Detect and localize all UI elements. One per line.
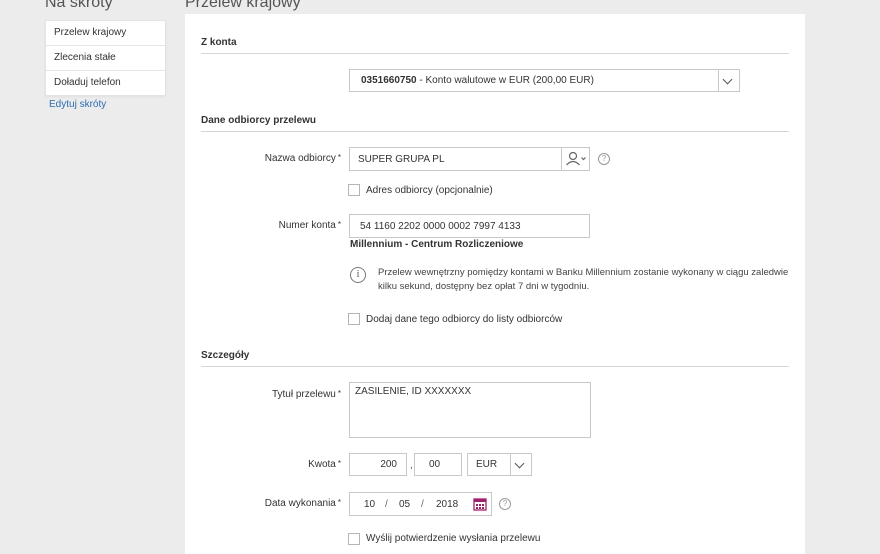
chevron-down-icon (722, 74, 733, 85)
chevron-down-icon (514, 458, 525, 469)
shortcuts-title: Na skróty (45, 0, 113, 11)
section-title-details: Szczegóły (201, 350, 250, 361)
section-title-from-account: Z konta (201, 37, 237, 48)
transfer-form: Z konta 0351660750 - Konto walutowe w EU… (185, 14, 805, 554)
divider (201, 131, 789, 132)
recipient-name-input[interactable]: SUPER GRUPA PL (349, 147, 562, 171)
section-title-recipient: Dane odbiorcy przelewu (201, 115, 317, 126)
account-number-label: Numer konta * (278, 220, 341, 231)
transfer-title-label: Tytuł przelewu * (271, 389, 341, 400)
recipient-address-label: Adres odbiorcy (opcjonalnie) (366, 185, 493, 196)
help-icon[interactable]: ? (499, 498, 511, 510)
help-icon[interactable]: ? (598, 153, 610, 165)
divider (201, 366, 789, 367)
transfer-title-textarea[interactable]: ZASILENIE, ID XXXXXXX (349, 382, 591, 438)
calendar-icon[interactable] (473, 497, 487, 511)
info-icon: i (350, 267, 366, 283)
contact-book-icon (566, 151, 586, 166)
date-separator: / (421, 499, 424, 510)
date-label: Data wykonania * (264, 498, 341, 509)
contact-book-button[interactable] (561, 147, 590, 171)
recipient-name-label: Nazwa odbiorcy * (264, 153, 341, 164)
info-message: Przelew wewnętrzny pomiędzy kontami w Ba… (378, 267, 789, 292)
amount-separator: , (410, 460, 413, 471)
dropdown-toggle[interactable] (510, 454, 531, 475)
date-separator: / (385, 499, 388, 510)
shortcut-standing-orders[interactable]: Zlecenia stałe (46, 46, 165, 71)
dropdown-toggle[interactable] (718, 70, 739, 91)
shortcut-domestic-transfer[interactable]: Przelew krajowy (46, 21, 165, 46)
amount-label: Kwota * (308, 459, 341, 470)
amount-decimal-input[interactable]: 00 (414, 453, 462, 476)
add-recipient-label: Dodaj dane tego odbiorcy do listy odbior… (366, 314, 563, 325)
divider (201, 53, 789, 54)
recipient-address-checkbox[interactable] (348, 184, 360, 196)
edit-shortcuts-link[interactable]: Edytuj skróty (49, 99, 106, 110)
send-confirmation-label: Wyślij potwierdzenie wysłania przelewu (366, 533, 541, 544)
page-title: Przelew krajowy (185, 0, 301, 11)
from-account-value: 0351660750 - Konto walutowe w EUR (200,0… (361, 75, 594, 86)
date-year[interactable]: 2018 (436, 499, 458, 510)
account-number: 0351660750 (361, 75, 417, 86)
send-confirmation-checkbox[interactable] (348, 533, 360, 545)
shortcut-phone-topup[interactable]: Doładuj telefon (46, 71, 165, 95)
currency-select[interactable]: EUR (467, 453, 532, 476)
bank-name: Millennium - Centrum Rozliczeniowe (350, 239, 524, 250)
date-day[interactable]: 10 (364, 499, 375, 510)
add-recipient-checkbox[interactable] (348, 313, 360, 325)
execution-date-input[interactable]: 10 / 05 / 2018 (349, 492, 492, 516)
shortcuts-list: Przelew krajowy Zlecenia stałe Doładuj t… (45, 20, 166, 96)
date-month[interactable]: 05 (399, 499, 410, 510)
account-number-input[interactable]: 54 1160 2202 0000 0002 7997 4133 (349, 214, 590, 238)
from-account-select[interactable]: 0351660750 - Konto walutowe w EUR (200,0… (349, 69, 740, 92)
account-description: - Konto walutowe w EUR (200,00 EUR) (419, 75, 594, 86)
amount-integer-input[interactable]: 200 (349, 453, 407, 476)
